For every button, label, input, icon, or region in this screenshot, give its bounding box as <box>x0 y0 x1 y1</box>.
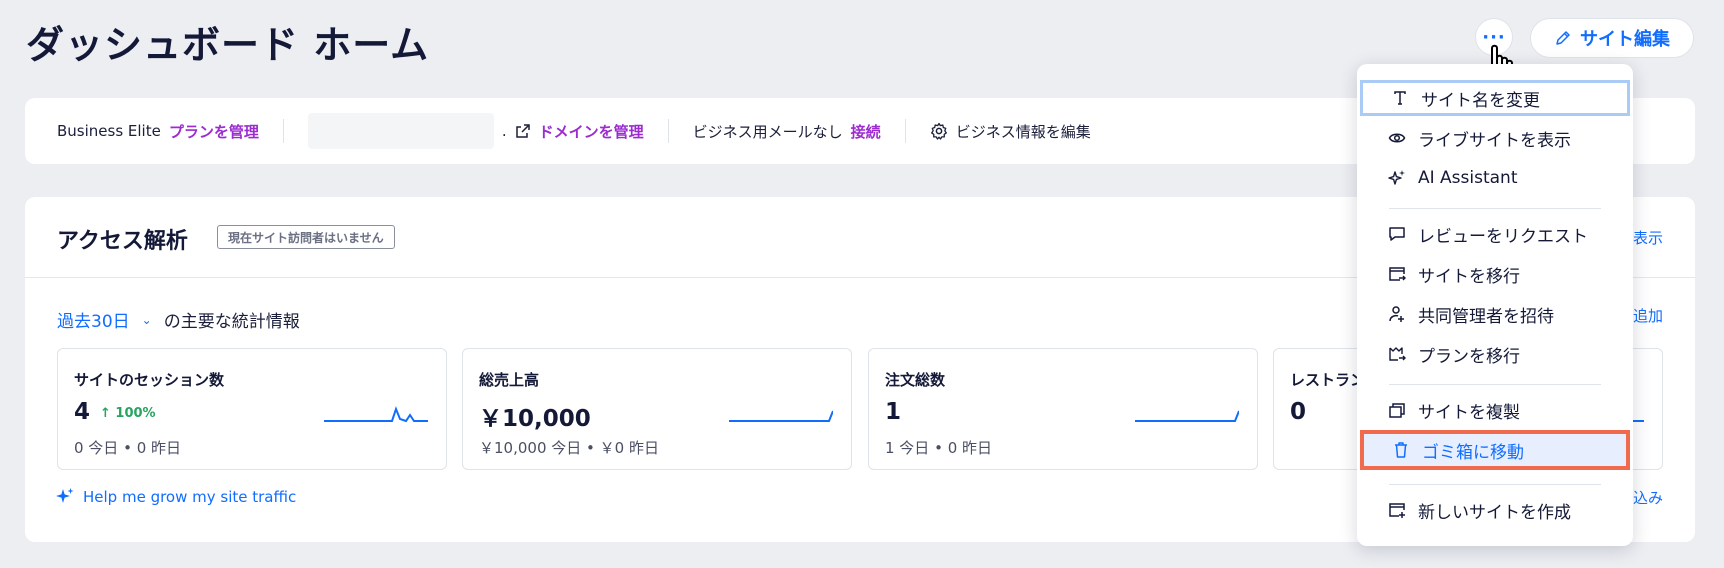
transfer-site-icon <box>1388 265 1406 283</box>
stat-sub: 1 今日 • 0 昨日 <box>885 437 992 458</box>
menu-item-label: ライブサイトを表示 <box>1418 130 1571 151</box>
menu-item-label: サイトを複製 <box>1418 402 1520 423</box>
menu-item-label: レビューをリクエスト <box>1418 226 1588 247</box>
help-grow-traffic-label: Help me grow my site traffic <box>83 488 297 506</box>
menu-item-label: サイト名を変更 <box>1421 90 1540 111</box>
sparkle-icon <box>56 488 74 503</box>
view-analytics-link[interactable]: 表示 <box>1633 227 1663 248</box>
sparkle-icon <box>1388 169 1406 187</box>
menu-item-move-to-trash[interactable]: ゴミ箱に移動 <box>1360 430 1630 470</box>
sparkline-chart <box>1135 410 1239 422</box>
duplicate-icon <box>1388 401 1406 419</box>
menu-item-invite-collaborator[interactable]: 共同管理者を招待 <box>1360 296 1630 332</box>
period-row: 過去30日 ⌄ の主要な統計情報 <box>57 307 300 332</box>
period-suffix: の主要な統計情報 <box>163 312 300 332</box>
divider <box>1389 208 1601 209</box>
stat-value: 0 <box>1290 399 1307 425</box>
manage-plan-link[interactable]: プランを管理 <box>169 121 259 142</box>
menu-item-transfer-site[interactable]: サイトを移行 <box>1360 256 1630 292</box>
add-stat-link[interactable]: 追加 <box>1633 305 1663 326</box>
domain-suffix: . <box>501 122 507 140</box>
text-icon <box>1391 89 1409 107</box>
view-more-link[interactable]: 込み <box>1633 487 1663 508</box>
stat-yesterday: 0 昨日 <box>947 439 993 457</box>
menu-item-label: AI Assistant <box>1418 168 1518 188</box>
status-badge: 現在サイト訪問者はいません <box>217 225 395 249</box>
menu-item-label: プランを移行 <box>1418 346 1520 367</box>
stat-sub: 0 今日 • 0 昨日 <box>74 437 181 458</box>
divider <box>667 119 669 143</box>
menu-item-label: ゴミ箱に移動 <box>1422 442 1524 463</box>
menu-item-ai-assistant[interactable]: AI Assistant <box>1360 160 1630 196</box>
trash-icon <box>1392 441 1410 459</box>
bullet: • <box>586 439 600 457</box>
stat-yesterday: ￥0 昨日 <box>599 439 659 457</box>
trend-up-badge: ↑ 100% <box>100 406 156 421</box>
stat-today: ￥10,000 今日 <box>479 439 582 457</box>
stat-card-sales[interactable]: 総売上高 ￥10,000 ￥10,000 今日 • ￥0 昨日 <box>462 348 852 470</box>
edit-business-info-label: ビジネス情報を編集 <box>955 122 1091 141</box>
stat-label: レストラン <box>1290 371 1366 389</box>
stat-today: 0 今日 <box>74 439 119 457</box>
period-selector[interactable]: 過去30日 <box>57 307 130 332</box>
edit-business-info-link[interactable]: ビジネス情報を編集 <box>930 121 1091 142</box>
email-status: ビジネス用メールなし <box>692 122 843 141</box>
menu-item-label: 新しいサイトを作成 <box>1418 502 1571 523</box>
menu-item-label: サイトを移行 <box>1418 266 1520 287</box>
divider <box>282 119 284 143</box>
chevron-down-icon[interactable]: ⌄ <box>142 313 152 327</box>
stat-label: 総売上高 <box>479 371 540 389</box>
plan-name: Business Elite <box>57 122 161 140</box>
divider <box>1389 484 1601 485</box>
external-link-icon[interactable] <box>515 123 531 139</box>
divider <box>1389 384 1601 385</box>
stat-label: 注文総数 <box>885 371 946 389</box>
connect-email-link[interactable]: 接続 <box>851 121 881 142</box>
help-grow-traffic-link[interactable]: Help me grow my site traffic <box>55 487 296 507</box>
edit-site-button[interactable]: サイト編集 <box>1530 18 1694 58</box>
menu-item-label: 共同管理者を招待 <box>1418 306 1554 327</box>
gear-icon <box>930 122 947 140</box>
menu-item-create-new-site[interactable]: 新しいサイトを作成 <box>1360 492 1630 528</box>
eye-icon <box>1388 129 1406 147</box>
comment-icon <box>1388 225 1406 243</box>
stat-card-sessions[interactable]: サイトのセッション数 4 ↑ 100% 0 今日 • 0 昨日 <box>57 348 447 470</box>
stat-sub: ￥10,000 今日 • ￥0 昨日 <box>479 437 659 458</box>
stat-value: ￥10,000 <box>479 406 591 432</box>
stat-card-orders[interactable]: 注文総数 1 1 今日 • 0 昨日 <box>868 348 1258 470</box>
menu-item-view-live-site[interactable]: ライブサイトを表示 <box>1360 120 1630 156</box>
stat-today: 1 今日 <box>885 439 930 457</box>
pencil-icon <box>1556 31 1570 45</box>
manage-domain-link[interactable]: ドメインを管理 <box>539 121 644 142</box>
menu-item-request-review[interactable]: レビューをリクエスト <box>1360 216 1630 252</box>
edit-site-label: サイト編集 <box>1580 29 1670 50</box>
stat-value: 4 <box>74 399 91 425</box>
page-title: ダッシュボード ホーム <box>26 23 430 67</box>
divider <box>904 119 906 143</box>
sparkline-chart <box>324 406 428 423</box>
bullet: • <box>123 439 137 457</box>
analytics-title: アクセス解析 <box>57 229 188 254</box>
menu-item-duplicate-site[interactable]: サイトを複製 <box>1360 392 1630 428</box>
transfer-plan-icon <box>1388 345 1406 363</box>
menu-item-rename-site[interactable]: サイト名を変更 <box>1360 80 1630 116</box>
domain-name-redacted <box>307 113 494 149</box>
stat-yesterday: 0 昨日 <box>136 439 182 457</box>
stat-value: 1 <box>885 399 902 425</box>
add-site-icon <box>1388 501 1406 519</box>
invite-user-icon <box>1388 305 1406 323</box>
stat-label: サイトのセッション数 <box>74 371 225 389</box>
bullet: • <box>934 439 948 457</box>
menu-item-transfer-plan[interactable]: プランを移行 <box>1360 336 1630 372</box>
more-actions-menu: サイト名を変更 ライブサイトを表示 AI Assistant レビューをリクエス… <box>1357 64 1633 546</box>
sparkline-chart <box>729 410 833 422</box>
